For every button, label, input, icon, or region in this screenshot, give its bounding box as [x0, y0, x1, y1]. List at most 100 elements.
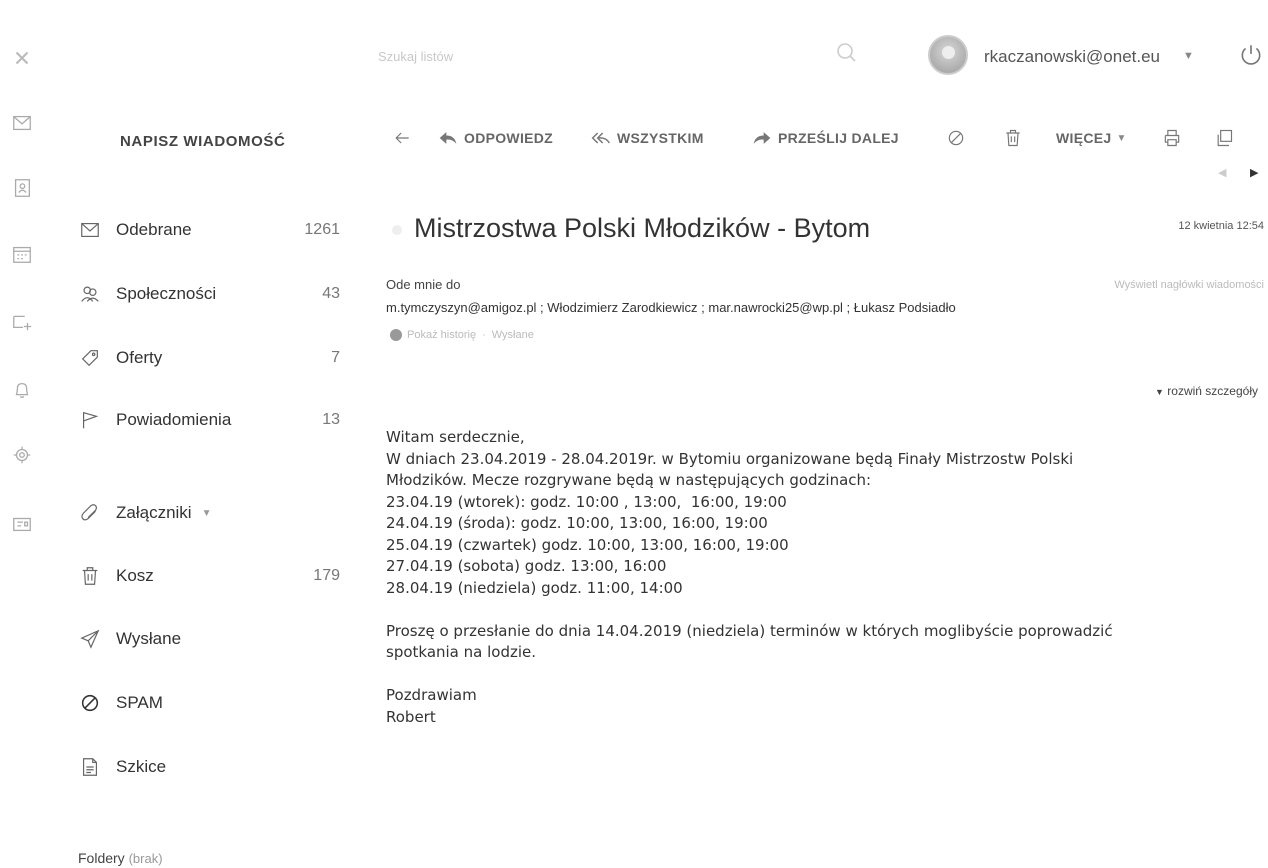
- body-line: Robert: [386, 707, 436, 726]
- body-line: 28.04.19 (niedziela) godz. 11:00, 14:00: [386, 578, 683, 597]
- trash-icon: [78, 564, 102, 588]
- body-line: 27.04.19 (sobota) godz. 13:00, 16:00: [386, 557, 667, 575]
- tag-icon: [78, 346, 102, 370]
- flag-icon: [78, 408, 102, 432]
- folders-label: Foldery: [78, 850, 125, 866]
- folder-count: 43: [322, 285, 340, 302]
- folder-label: Oferty: [116, 348, 163, 367]
- folder-item-trash[interactable]: Kosz 179: [78, 561, 340, 591]
- folder-count: 13: [322, 411, 340, 428]
- delete-button[interactable]: [1003, 124, 1029, 152]
- avatar[interactable]: [928, 35, 968, 75]
- send-icon: [78, 627, 102, 651]
- folders-note: (brak): [128, 851, 163, 866]
- trash-icon: [1003, 128, 1023, 148]
- message-subject: Mistrzostwa Polski Młodzików - Bytom: [414, 213, 871, 243]
- folder-label: Załączniki: [116, 503, 192, 522]
- sent-folder-tag[interactable]: Wysłane: [492, 329, 534, 341]
- more-label: WIĘCEJ: [1056, 130, 1112, 146]
- user-email[interactable]: rkaczanowski@onet.eu: [984, 47, 1160, 67]
- reply-all-label: WSZYSTKIM: [617, 130, 704, 146]
- contacts-icon[interactable]: [10, 176, 34, 200]
- more-button[interactable]: WIĘCEJ ▼: [1056, 124, 1127, 152]
- paperclip-icon: [78, 501, 102, 525]
- arrow-left-icon: [392, 128, 412, 148]
- previous-message-icon[interactable]: ◀: [1218, 166, 1226, 179]
- forward-icon: [752, 128, 772, 148]
- folder-item-sent[interactable]: Wysłane: [78, 624, 340, 654]
- back-button[interactable]: [392, 124, 418, 152]
- folders-section[interactable]: Foldery (brak): [78, 850, 163, 866]
- chevron-down-icon[interactable]: ▼: [202, 508, 212, 519]
- reply-label: ODPOWIEDZ: [464, 130, 554, 146]
- calendar-icon[interactable]: [10, 242, 34, 266]
- forward-button[interactable]: PRZEŚLIJ DALEJ: [752, 124, 899, 152]
- draft-icon: [78, 755, 102, 779]
- folder-label: Społeczności: [116, 284, 217, 303]
- body-line: Witam serdecznie,: [386, 428, 525, 446]
- expand-details-link[interactable]: ▼ rozwiń szczegóły: [1155, 384, 1258, 398]
- folder-count: 7: [331, 349, 340, 366]
- reply-all-icon: [591, 128, 611, 148]
- body-line: [386, 599, 1246, 621]
- folder-count: 179: [313, 567, 340, 584]
- print-button[interactable]: [1162, 124, 1188, 152]
- search-input[interactable]: Szukaj listów: [378, 49, 453, 64]
- next-message-icon[interactable]: ▶: [1250, 166, 1258, 179]
- history-icon: [390, 329, 402, 341]
- message-from: Ode mnie do: [386, 277, 461, 292]
- folder-item-drafts[interactable]: Szkice: [78, 752, 340, 782]
- folder-item-spam[interactable]: SPAM: [78, 688, 340, 718]
- history-row: Pokaż historię · Wysłane: [390, 329, 534, 341]
- reply-icon: [438, 128, 458, 148]
- folder-item-community[interactable]: Społeczności 43: [78, 279, 340, 309]
- folder-item-attachments[interactable]: Załączniki ▼: [78, 498, 340, 528]
- body-line: Pozdrawiam: [386, 686, 477, 704]
- reply-all-button[interactable]: WSZYSTKIM: [591, 124, 704, 152]
- icon-rail: [0, 0, 52, 868]
- folder-label: SPAM: [116, 693, 163, 712]
- inbox-icon: [78, 218, 102, 242]
- body-line: W dniach 23.04.2019 - 28.04.2019r. w Byt…: [386, 449, 1074, 468]
- search-icon[interactable]: [834, 40, 858, 64]
- folder-label: Szkice: [116, 757, 167, 776]
- body-line: Młodzików. Mecze rozgrywane będą w nastę…: [386, 471, 872, 489]
- folder-item-notifications[interactable]: Powiadomienia 13: [78, 405, 340, 435]
- message-date: 12 kwietnia 12:54: [1178, 220, 1264, 232]
- block-icon: [946, 128, 966, 148]
- reply-button[interactable]: ODPOWIEDZ: [438, 124, 553, 152]
- open-window-button[interactable]: [1214, 124, 1240, 152]
- folder-item-inbox[interactable]: Odebrane 1261: [78, 215, 340, 245]
- show-headers-link[interactable]: Wyświetl nagłówki wiadomości: [1114, 279, 1264, 291]
- settings-icon[interactable]: [10, 443, 34, 467]
- separator: ·: [482, 329, 486, 341]
- body-line: [386, 664, 1246, 686]
- folder-label: Powiadomienia: [116, 410, 232, 429]
- body-line: spotkania na lodzie.: [386, 643, 537, 661]
- message-recipients: m.tymczyszyn@amigoz.pl ; Włodzimierz Zar…: [386, 300, 956, 315]
- compose-button[interactable]: NAPISZ WIADOMOŚĆ: [120, 133, 285, 150]
- folder-label: Wysłane: [116, 629, 182, 648]
- mail-icon[interactable]: [10, 111, 34, 135]
- close-icon[interactable]: [10, 46, 34, 70]
- chevron-down-icon: ▼: [1116, 132, 1127, 144]
- body-line: 23.04.19 (wtorek): godz. 10:00 , 13:00, …: [386, 492, 787, 511]
- spam-button[interactable]: [946, 124, 972, 152]
- cards-icon[interactable]: [10, 512, 34, 536]
- body-line: 24.04.19 (środa): godz. 10:00, 13:00, 16…: [386, 514, 768, 532]
- power-icon[interactable]: [1238, 42, 1264, 68]
- forward-label: PRZEŚLIJ DALEJ: [778, 130, 899, 146]
- notifications-icon[interactable]: [10, 378, 34, 402]
- chevron-down-icon[interactable]: ▼: [1183, 50, 1194, 62]
- show-history-link[interactable]: Pokaż historię: [407, 329, 476, 341]
- body-line: 25.04.19 (czwartek) godz. 10:00, 13:00, …: [386, 535, 789, 554]
- folder-label: Odebrane: [116, 220, 192, 239]
- spam-icon: [78, 691, 102, 715]
- expand-details-label: rozwiń szczegóły: [1167, 384, 1258, 398]
- new-window-icon: [1214, 128, 1234, 148]
- folder-item-offers[interactable]: Oferty 7: [78, 343, 340, 373]
- body-line: Proszę o przesłanie do dnia 14.04.2019 (…: [386, 621, 1113, 640]
- new-event-icon[interactable]: [10, 309, 34, 333]
- message-body: Witam serdecznie, W dniach 23.04.2019 - …: [386, 427, 1246, 728]
- caret-down-icon: ▼: [1155, 387, 1164, 397]
